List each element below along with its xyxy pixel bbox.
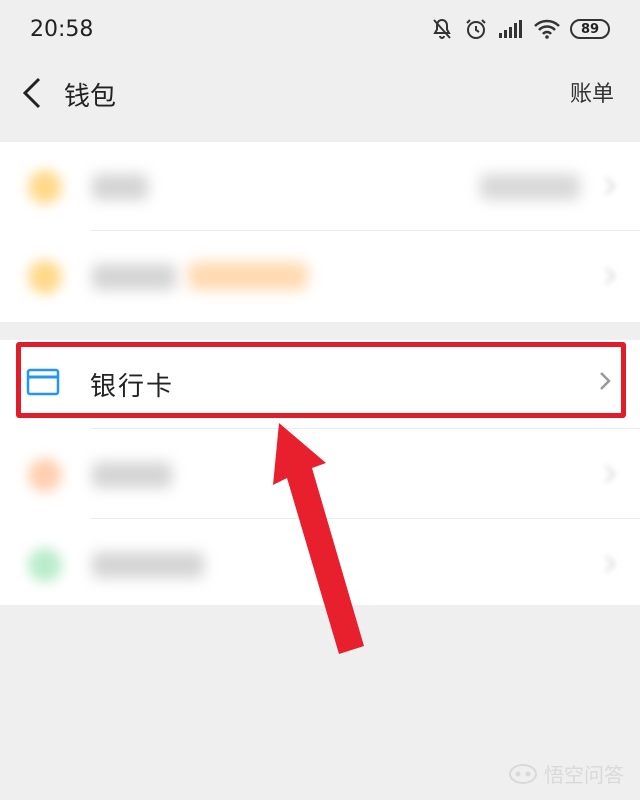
wallet-section-1: [0, 142, 640, 322]
wifi-icon: [534, 19, 560, 39]
blurred-value: [480, 174, 580, 200]
mute-bell-icon: [433, 18, 451, 39]
blurred-label: [92, 462, 172, 488]
page-title: 钱包: [64, 82, 117, 112]
wukong-logo-icon: [509, 763, 537, 784]
blurred-label: [92, 552, 204, 578]
bill-button[interactable]: 账单: [570, 76, 614, 108]
chevron-right-icon: [600, 372, 611, 390]
bank-card-item[interactable]: 银行卡: [0, 340, 640, 428]
blurred-icon: [28, 458, 62, 492]
bank-card-label: 银行卡: [90, 372, 175, 402]
nav-bar: 钱包 账单: [0, 58, 640, 128]
chevron-right-icon: [605, 555, 616, 573]
divider: [90, 230, 640, 231]
list-item[interactable]: [0, 142, 640, 230]
divider: [90, 428, 640, 429]
blurred-icon: [28, 548, 62, 582]
blurred-tag: [188, 262, 308, 290]
blurred-icon: [28, 260, 62, 294]
list-item[interactable]: [0, 232, 640, 320]
chevron-right-icon: [605, 267, 616, 285]
watermark: 悟空问答: [508, 759, 624, 788]
blurred-label: [92, 174, 148, 200]
list-item[interactable]: [0, 520, 640, 608]
list-item[interactable]: [0, 430, 640, 518]
divider: [90, 518, 640, 519]
watermark-text: 悟空问答: [544, 763, 624, 787]
battery-level: 89: [580, 21, 600, 37]
signal-icon: [499, 20, 522, 38]
status-bar: 20:58 89: [0, 0, 640, 58]
status-time: 20:58: [30, 16, 94, 42]
blurred-icon: [28, 170, 62, 204]
back-button[interactable]: [20, 76, 44, 110]
alarm-icon: [466, 19, 486, 39]
blurred-label: [92, 264, 176, 290]
card-icon: [26, 368, 60, 396]
battery-icon: 89: [570, 19, 610, 39]
chevron-right-icon: [605, 177, 616, 195]
status-icons: 89: [430, 17, 610, 41]
chevron-right-icon: [605, 465, 616, 483]
wallet-section-2: 银行卡: [0, 340, 640, 605]
